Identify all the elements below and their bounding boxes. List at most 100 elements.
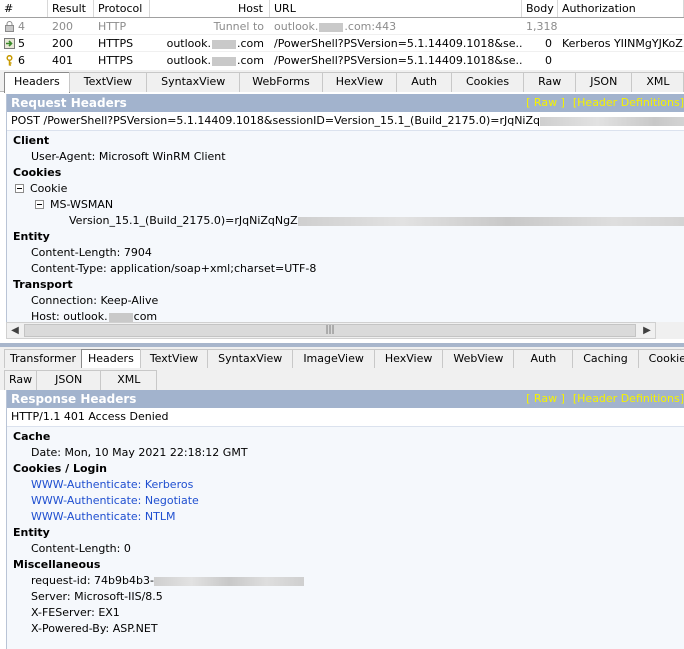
- column-result[interactable]: Result: [48, 0, 94, 17]
- group-transport: Transport: [13, 278, 73, 291]
- group-entity: Entity: [13, 526, 50, 539]
- mswsman-value[interactable]: Version_15.1_(Build_2175.0)=rJqNiZqNgZ: [7, 213, 684, 229]
- group-cookies: Cookies: [13, 166, 62, 179]
- scroll-left-icon[interactable]: ◀: [7, 323, 23, 338]
- header-definitions-link[interactable]: [Header Definitions]: [573, 392, 684, 405]
- tab-request-xml[interactable]: XML: [631, 72, 684, 92]
- scrollbar-corner: [656, 322, 684, 339]
- header-content-length[interactable]: Content-Length: 7904: [7, 245, 684, 261]
- session-list-header: # Result Protocol Host URL Body Authoriz…: [0, 0, 684, 18]
- raw-link[interactable]: [ Raw ]: [526, 392, 565, 405]
- group-cache: Cache: [13, 430, 51, 443]
- column-url[interactable]: URL: [270, 0, 522, 17]
- request-tab-strip: Headers TextView SyntaxView WebForms Hex…: [0, 70, 684, 93]
- session-number: 6: [18, 54, 25, 67]
- horizontal-scrollbar[interactable]: ◀ ||| ▶: [6, 322, 656, 339]
- session-number: 4: [18, 20, 25, 33]
- session-auth: [558, 18, 684, 34]
- tab-request-headers[interactable]: Headers: [4, 72, 70, 93]
- tab-response-cookies[interactable]: Cookies: [637, 349, 684, 369]
- redacted-text: [319, 22, 344, 32]
- session-list: # Result Protocol Host URL Body Authoriz…: [0, 0, 684, 68]
- response-tab-strip-row2: Raw JSON XML: [0, 368, 684, 390]
- tab-response-headers[interactable]: Headers: [81, 349, 141, 370]
- tab-request-webforms[interactable]: WebForms: [239, 72, 323, 92]
- lock-icon: [5, 21, 14, 32]
- tab-response-raw[interactable]: Raw: [4, 370, 38, 390]
- response-tab-strip: Transformer Headers TextView SyntaxView …: [0, 347, 684, 370]
- response-panel-title: Response Headers [ Raw ] [Header Definiti…: [7, 390, 684, 408]
- cookie-node[interactable]: Cookie: [7, 181, 684, 197]
- header-connection[interactable]: Connection: Keep-Alive: [7, 293, 684, 309]
- group-miscellaneous: Miscellaneous: [13, 558, 101, 571]
- group-client: Client: [13, 134, 50, 147]
- tab-response-xml[interactable]: XML: [100, 370, 158, 390]
- session-auth: Kerberos YIINMgYJKoZ...: [562, 37, 684, 50]
- tab-response-textview[interactable]: TextView: [139, 349, 209, 369]
- tab-request-textview[interactable]: TextView: [68, 72, 148, 92]
- session-url: /PowerShell?PSVersion=5.1.14409.1018&se.…: [274, 37, 522, 50]
- session-result: 200: [52, 20, 73, 33]
- collapse-icon[interactable]: [35, 200, 44, 209]
- tab-response-auth[interactable]: Auth: [513, 349, 574, 369]
- session-row[interactable]: 5 200 HTTPS outlook. .com /PowerShell?PSV…: [0, 35, 684, 52]
- redacted-text: [212, 56, 236, 66]
- tab-response-caching[interactable]: Caching: [572, 349, 639, 369]
- group-entity: Entity: [13, 230, 50, 243]
- tab-response-transformer[interactable]: Transformer: [4, 349, 83, 369]
- redacted-text: [212, 39, 236, 49]
- header-content-length[interactable]: Content-Length: 0: [7, 541, 684, 557]
- response-headers-panel: Response Headers [ Raw ] [Header Definiti…: [6, 390, 684, 649]
- tab-request-syntaxview[interactable]: SyntaxView: [146, 72, 241, 92]
- arrow-icon: [4, 38, 15, 49]
- scroll-right-icon[interactable]: ▶: [639, 323, 655, 338]
- session-result: 401: [52, 54, 73, 67]
- request-line[interactable]: POST /PowerShell?PSVersion=5.1.14409.101…: [7, 112, 684, 131]
- column-body[interactable]: Body: [522, 0, 558, 17]
- tab-request-json[interactable]: JSON: [575, 72, 633, 92]
- session-row[interactable]: 4 200 HTTP Tunnel to outlook. .com:443 1,…: [0, 18, 684, 35]
- column-host[interactable]: Host: [150, 0, 270, 17]
- tab-response-imageview[interactable]: ImageView: [292, 349, 375, 369]
- key-icon: [6, 55, 13, 66]
- header-www-authenticate-kerberos[interactable]: WWW-Authenticate: Kerberos: [7, 477, 684, 493]
- session-protocol: HTTPS: [98, 37, 134, 50]
- redacted-text: [108, 312, 133, 322]
- tab-request-hexview[interactable]: HexView: [321, 72, 398, 92]
- header-definitions-link[interactable]: [Header Definitions]: [573, 96, 684, 109]
- header-x-powered-by[interactable]: X-Powered-By: ASP.NET: [7, 621, 684, 637]
- request-headers-panel: Request Headers [ Raw ] [Header Definitio…: [6, 94, 684, 323]
- tab-response-json[interactable]: JSON: [36, 370, 102, 390]
- scrollbar-thumb[interactable]: |||: [24, 324, 636, 337]
- session-host: outlook. .com: [166, 54, 264, 67]
- column-protocol[interactable]: Protocol: [94, 0, 150, 17]
- tab-request-cookies[interactable]: Cookies: [450, 72, 525, 92]
- header-user-agent[interactable]: User-Agent: Microsoft WinRM Client: [7, 149, 684, 165]
- tab-response-webview[interactable]: WebView: [442, 349, 515, 369]
- session-body: 1,318: [526, 20, 558, 33]
- session-host: Tunnel to: [213, 20, 264, 33]
- raw-link[interactable]: [ Raw ]: [526, 96, 565, 109]
- tab-response-syntaxview[interactable]: SyntaxView: [207, 349, 294, 369]
- tab-request-auth[interactable]: Auth: [396, 72, 452, 92]
- redacted-text: [153, 576, 304, 586]
- session-row[interactable]: 6 401 HTTPS outlook. .com /PowerShell?PSV…: [0, 52, 684, 68]
- session-number: 5: [18, 37, 25, 50]
- tab-request-raw[interactable]: Raw: [523, 72, 577, 92]
- session-body: 0: [545, 54, 552, 67]
- column-number[interactable]: #: [0, 0, 48, 17]
- header-content-type[interactable]: Content-Type: application/soap+xml;chars…: [7, 261, 684, 277]
- collapse-icon[interactable]: [15, 184, 24, 193]
- header-request-id[interactable]: request-id: 74b9b4b3-: [7, 573, 684, 589]
- header-server[interactable]: Server: Microsoft-IIS/8.5: [7, 589, 684, 605]
- header-date[interactable]: Date: Mon, 10 May 2021 22:18:12 GMT: [7, 445, 684, 461]
- tab-response-hexview[interactable]: HexView: [373, 349, 444, 369]
- column-authorization[interactable]: Authorization: [558, 0, 684, 17]
- header-www-authenticate-ntlm[interactable]: WWW-Authenticate: NTLM: [7, 509, 684, 525]
- mswsman-node[interactable]: MS-WSMAN: [7, 197, 684, 213]
- header-x-feserver[interactable]: X-FEServer: EX1: [7, 605, 684, 621]
- request-panel-title: Request Headers [ Raw ] [Header Definitio…: [7, 94, 684, 112]
- session-host: outlook. .com: [166, 37, 264, 50]
- response-status-line[interactable]: HTTP/1.1 401 Access Denied: [7, 408, 684, 427]
- header-www-authenticate-negotiate[interactable]: WWW-Authenticate: Negotiate: [7, 493, 684, 509]
